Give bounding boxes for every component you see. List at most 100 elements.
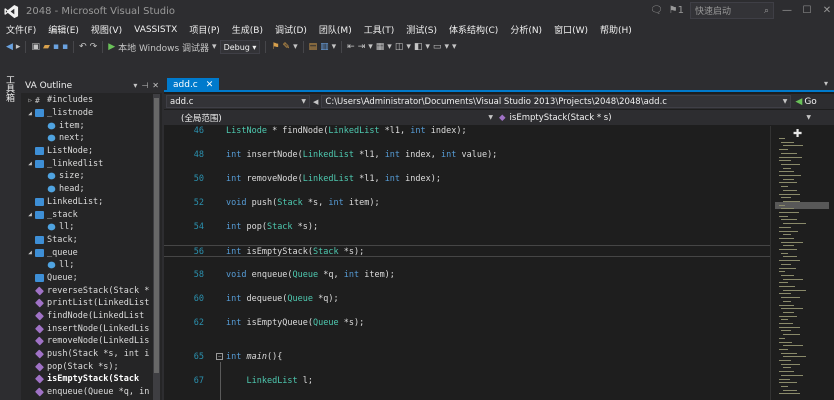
quick-launch-input[interactable]: 快速启动 ⌕ xyxy=(690,2,774,19)
outline-item[interactable]: findNode(LinkedList xyxy=(21,310,151,323)
code-line[interactable]: 67 LinkedList l; xyxy=(164,375,770,387)
outline-item[interactable]: removeNode(LinkedLis xyxy=(21,335,151,348)
menu-item[interactable]: 窗口(W) xyxy=(548,23,594,36)
minimap-expand-icon[interactable]: ✚ xyxy=(793,127,802,140)
window-position-icon[interactable]: ▾ xyxy=(133,81,137,90)
minimize-button[interactable]: — xyxy=(780,5,794,16)
scope-dropdown[interactable]: (全局范围) ▼ xyxy=(178,111,496,124)
member-dropdown[interactable]: ◆ isEmptyStack(Stack * s) ▼ xyxy=(496,111,814,124)
menu-item[interactable]: 团队(M) xyxy=(313,23,358,36)
configuration-dropdown[interactable]: Debug ▾ xyxy=(219,40,261,54)
outline-item[interactable]: enqueue(Queue *q, in xyxy=(21,386,151,399)
toolbar-overflow-icon[interactable]: ▾ xyxy=(368,42,373,52)
code-line[interactable]: 50 int removeNode(LinkedList *l1, int ind… xyxy=(164,173,770,185)
toolbar-overflow-icon[interactable]: ▾ xyxy=(444,42,449,52)
outline-item[interactable]: pop(Stack *s); xyxy=(21,360,151,373)
outline-item[interactable]: ListNode; xyxy=(21,145,151,158)
toolbox-tab-label[interactable]: 工具箱 xyxy=(4,75,14,102)
toolbar-overflow-icon[interactable]: ▾ xyxy=(406,42,411,52)
menu-item[interactable]: 文件(F) xyxy=(0,23,42,36)
expander-icon[interactable]: ◢ xyxy=(25,211,35,218)
outline-item[interactable]: ▷ # #includes xyxy=(21,94,151,107)
code-line[interactable]: 65 − int main(){ xyxy=(164,351,770,363)
outline-item[interactable]: insertNode(LinkedLis xyxy=(21,322,151,335)
toolbar-overflow-icon[interactable]: ▾ xyxy=(293,42,298,52)
comment-icon[interactable]: ▤ xyxy=(309,42,318,52)
close-icon[interactable]: ✕ xyxy=(206,80,214,90)
outline-item[interactable]: printList(LinkedList xyxy=(21,297,151,310)
menu-item[interactable]: 视图(V) xyxy=(85,23,128,36)
code-minimap[interactable]: ✚ xyxy=(770,126,834,400)
menu-item[interactable]: 编辑(E) xyxy=(42,23,85,36)
outline-item[interactable]: push(Stack *s, int i xyxy=(21,348,151,361)
go-button[interactable]: ◀ Go xyxy=(795,97,816,107)
menu-item[interactable]: 分析(N) xyxy=(504,23,548,36)
find-icon[interactable]: ✎ xyxy=(283,42,291,52)
scrollbar-thumb[interactable] xyxy=(154,98,159,373)
feedback-icon[interactable]: 🗨 xyxy=(650,5,663,16)
close-icon[interactable]: ✕ xyxy=(152,81,159,90)
outline-item[interactable]: ◢ _stack xyxy=(21,208,151,221)
menu-item[interactable]: 体系结构(C) xyxy=(443,23,504,36)
indent-icon[interactable]: ⇥ xyxy=(358,42,366,52)
menu-item[interactable]: VASSISTX xyxy=(128,25,183,35)
outline-item[interactable]: head; xyxy=(21,183,151,196)
outdent-icon[interactable]: ⇤ xyxy=(347,42,355,52)
bookmark-icon[interactable]: ⚑ xyxy=(271,42,279,52)
start-debugging-icon[interactable]: ▶ xyxy=(108,42,115,52)
outline-item[interactable]: item; xyxy=(21,119,151,132)
expander-icon[interactable]: ◢ xyxy=(25,160,35,167)
code-editor[interactable]: 46 ListNode * findNode(LinkedList *l1, in… xyxy=(164,126,770,400)
menu-item[interactable]: 生成(B) xyxy=(226,23,269,36)
tab-add-c[interactable]: add.c ✕ xyxy=(167,78,220,92)
va-outline-scrollbar[interactable] xyxy=(153,94,160,400)
menu-item[interactable]: 调试(D) xyxy=(269,23,313,36)
outline-item[interactable]: ◢ _queue xyxy=(21,246,151,259)
chevron-down-icon[interactable]: ▾ xyxy=(212,42,217,52)
expander-icon[interactable]: ◢ xyxy=(25,249,35,256)
back-icon[interactable]: ◀ xyxy=(6,42,13,52)
navigate-back-icon[interactable]: ◀ xyxy=(313,98,318,106)
outline-item[interactable]: Queue; xyxy=(21,272,151,285)
breakpoint-icon[interactable]: ◧ xyxy=(414,42,423,52)
code-line[interactable]: 52 void push(Stack *s, int item); xyxy=(164,197,770,209)
run-target-label[interactable]: 本地 Windows 调试器 xyxy=(118,41,209,54)
redo-icon[interactable]: ↷ xyxy=(90,42,98,52)
collapse-toggle-icon[interactable]: − xyxy=(216,353,223,360)
toolbox-strip[interactable]: 工具箱 xyxy=(0,58,18,400)
open-file-icon[interactable]: ▰ xyxy=(43,42,50,52)
menu-item[interactable]: 项目(P) xyxy=(183,23,225,36)
debug-location-icon[interactable]: ◫ xyxy=(395,42,404,52)
outline-item[interactable]: ◢ _linkedlist xyxy=(21,157,151,170)
toolbar-overflow-icon[interactable]: ▾ xyxy=(387,42,392,52)
undo-icon[interactable]: ↶ xyxy=(79,42,87,52)
pin-icon[interactable]: ⊣ xyxy=(141,81,148,90)
forward-icon[interactable]: ▸ xyxy=(16,42,21,52)
outline-item[interactable]: Stack; xyxy=(21,234,151,247)
outline-item[interactable]: ll; xyxy=(21,221,151,234)
outline-item[interactable]: LinkedList; xyxy=(21,196,151,209)
uncomment-icon[interactable]: ▥ xyxy=(320,42,329,52)
code-line[interactable]: 46 ListNode * findNode(LinkedList *l1, in… xyxy=(164,126,770,137)
file-dropdown[interactable]: add.c ▼ xyxy=(166,95,310,108)
toolbar-overflow-icon[interactable]: ▾ xyxy=(332,42,337,52)
menu-item[interactable]: 测试(S) xyxy=(400,23,443,36)
outline-item[interactable]: ll; xyxy=(21,259,151,272)
menu-item[interactable]: 帮助(H) xyxy=(594,23,638,36)
toolbar-overflow-icon[interactable]: ▾ xyxy=(425,42,430,52)
expander-icon[interactable]: ▷ xyxy=(25,97,35,104)
code-line[interactable]: 48 int insertNode(LinkedList *l1, int ind… xyxy=(164,149,770,161)
outline-item[interactable]: ◢ _listnode xyxy=(21,107,151,120)
toolbar-overflow-icon[interactable]: ▾ xyxy=(452,42,457,52)
code-line[interactable]: 60 int dequeue(Queue *q); xyxy=(164,293,770,305)
save-all-icon[interactable]: ▪ xyxy=(62,42,68,52)
outline-item[interactable]: reverseStack(Stack * xyxy=(21,284,151,297)
maximize-button[interactable]: ☐ xyxy=(800,5,814,16)
close-button[interactable]: ✕ xyxy=(820,5,834,16)
code-line[interactable]: 62 int isEmptyQueue(Queue *s); xyxy=(164,317,770,329)
code-line[interactable]: 54 int pop(Stack *s); xyxy=(164,221,770,233)
code-line[interactable]: 58 void enqueue(Queue *q, int item); xyxy=(164,269,770,281)
tab-overflow-icon[interactable]: ▾ xyxy=(824,79,828,88)
expander-icon[interactable]: ◢ xyxy=(25,110,35,117)
notifications-icon[interactable]: ⚑1 xyxy=(669,5,684,16)
